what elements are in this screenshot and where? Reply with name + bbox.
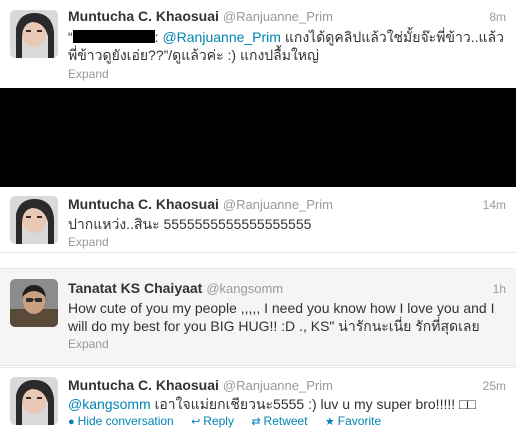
tweet-text: How cute of you my people ,,,,, I need y… (68, 299, 508, 335)
mention-link[interactable]: @Ranjuanne_Prim (162, 29, 281, 45)
tweet-actions: ● Hide conversation ↩ Reply ⇄ Retweet ★ Favo… (68, 414, 395, 428)
tweet-text: @kangsomm เอาใจแม่ยกเชียวนะ5555 :) luv u… (68, 395, 508, 413)
tweet-text-line: พี่ข้าวดูยังเอ่ย??”/ดูแล้วค่ะ :) แกงปลื้… (68, 47, 319, 63)
author-name[interactable]: Muntucha C. Khaosuai @Ranjuanne_Prim (68, 377, 333, 393)
retweet-label: Retweet (263, 414, 308, 428)
author-name[interactable]: Tanatat KS Chaiyaat @kangsomm (68, 280, 283, 296)
tweet-text-line: How cute of you my people ,,,,, I need y… (68, 300, 495, 316)
star-icon: ★ (324, 416, 335, 428)
tweet-item[interactable]: Muntucha C. Khaosuai @Ranjuanne_Prim 14m … (0, 187, 516, 253)
avatar[interactable] (10, 10, 58, 58)
tweet-timestamp[interactable]: 14m (483, 198, 506, 212)
tweet-text: ปากแหว่ง..สินะ 5555555555555555555 (68, 216, 312, 232)
expand-link[interactable]: Expand (68, 235, 109, 249)
author-handle[interactable]: @kangsomm (206, 281, 283, 296)
avatar[interactable] (10, 279, 58, 327)
speech-bubble-icon: ● (68, 416, 75, 428)
expand-link[interactable]: Expand (68, 337, 109, 351)
redacted-block (72, 30, 155, 43)
avatar[interactable] (10, 196, 58, 244)
hide-conversation-button[interactable]: ● Hide conversation (68, 414, 174, 428)
author-handle[interactable]: @Ranjuanne_Prim (223, 197, 333, 212)
reply-button[interactable]: ↩ Reply (191, 414, 234, 428)
tweet-item[interactable]: Muntucha C. Khaosuai @Ranjuanne_Prim 8m “… (0, 0, 516, 88)
avatar[interactable] (10, 377, 58, 425)
author-fullname[interactable]: Muntucha C. Khaosuai (68, 8, 219, 24)
author-name[interactable]: Muntucha C. Khaosuai @Ranjuanne_Prim (68, 196, 333, 212)
tweet-text: “: @Ranjuanne_Prim แกงได้ดูคลิปแล้วใช่มั… (68, 29, 504, 63)
reply-label: Reply (203, 414, 234, 428)
hide-conversation-label: Hide conversation (77, 414, 174, 428)
expand-link[interactable]: Expand (68, 67, 109, 81)
favorite-button[interactable]: ★ Favorite (325, 414, 381, 428)
reply-arrow-icon: ↩ (191, 416, 201, 428)
retweet-button[interactable]: ⇄ Retweet (251, 414, 307, 428)
tweet-item[interactable]: Tanatat KS Chaiyaat @kangsomm 1h How cute… (0, 268, 516, 366)
author-handle[interactable]: @Ranjuanne_Prim (223, 378, 333, 393)
author-fullname[interactable]: Muntucha C. Khaosuai (68, 196, 219, 212)
author-handle[interactable]: @Ranjuanne_Prim (223, 9, 333, 24)
tweet-text-segment: แกงได้ดูคลิปแล้วใช่มั้ยจ๊ะพี่ข้าว..แล้ว (280, 29, 504, 45)
tweet-timestamp[interactable]: 1h (493, 282, 506, 296)
author-name[interactable]: Muntucha C. Khaosuai @Ranjuanne_Prim (68, 8, 333, 24)
author-fullname[interactable]: Tanatat KS Chaiyaat (68, 280, 202, 296)
retweet-icon: ⇄ (251, 416, 261, 428)
favorite-label: Favorite (337, 414, 382, 428)
tweet-text-line: will do my best for you BIG HUG!! :D ., … (68, 318, 480, 334)
tweet-timestamp[interactable]: 8m (489, 10, 506, 24)
tweet-text-segment: เอาใจแม่ยกเชียวนะ5555 :) luv u my super … (150, 396, 476, 412)
author-fullname[interactable]: Muntucha C. Khaosuai (68, 377, 219, 393)
blacked-out-region (0, 88, 516, 187)
mention-link[interactable]: @kangsomm (68, 396, 151, 412)
tweet-timestamp[interactable]: 25m (483, 379, 506, 393)
